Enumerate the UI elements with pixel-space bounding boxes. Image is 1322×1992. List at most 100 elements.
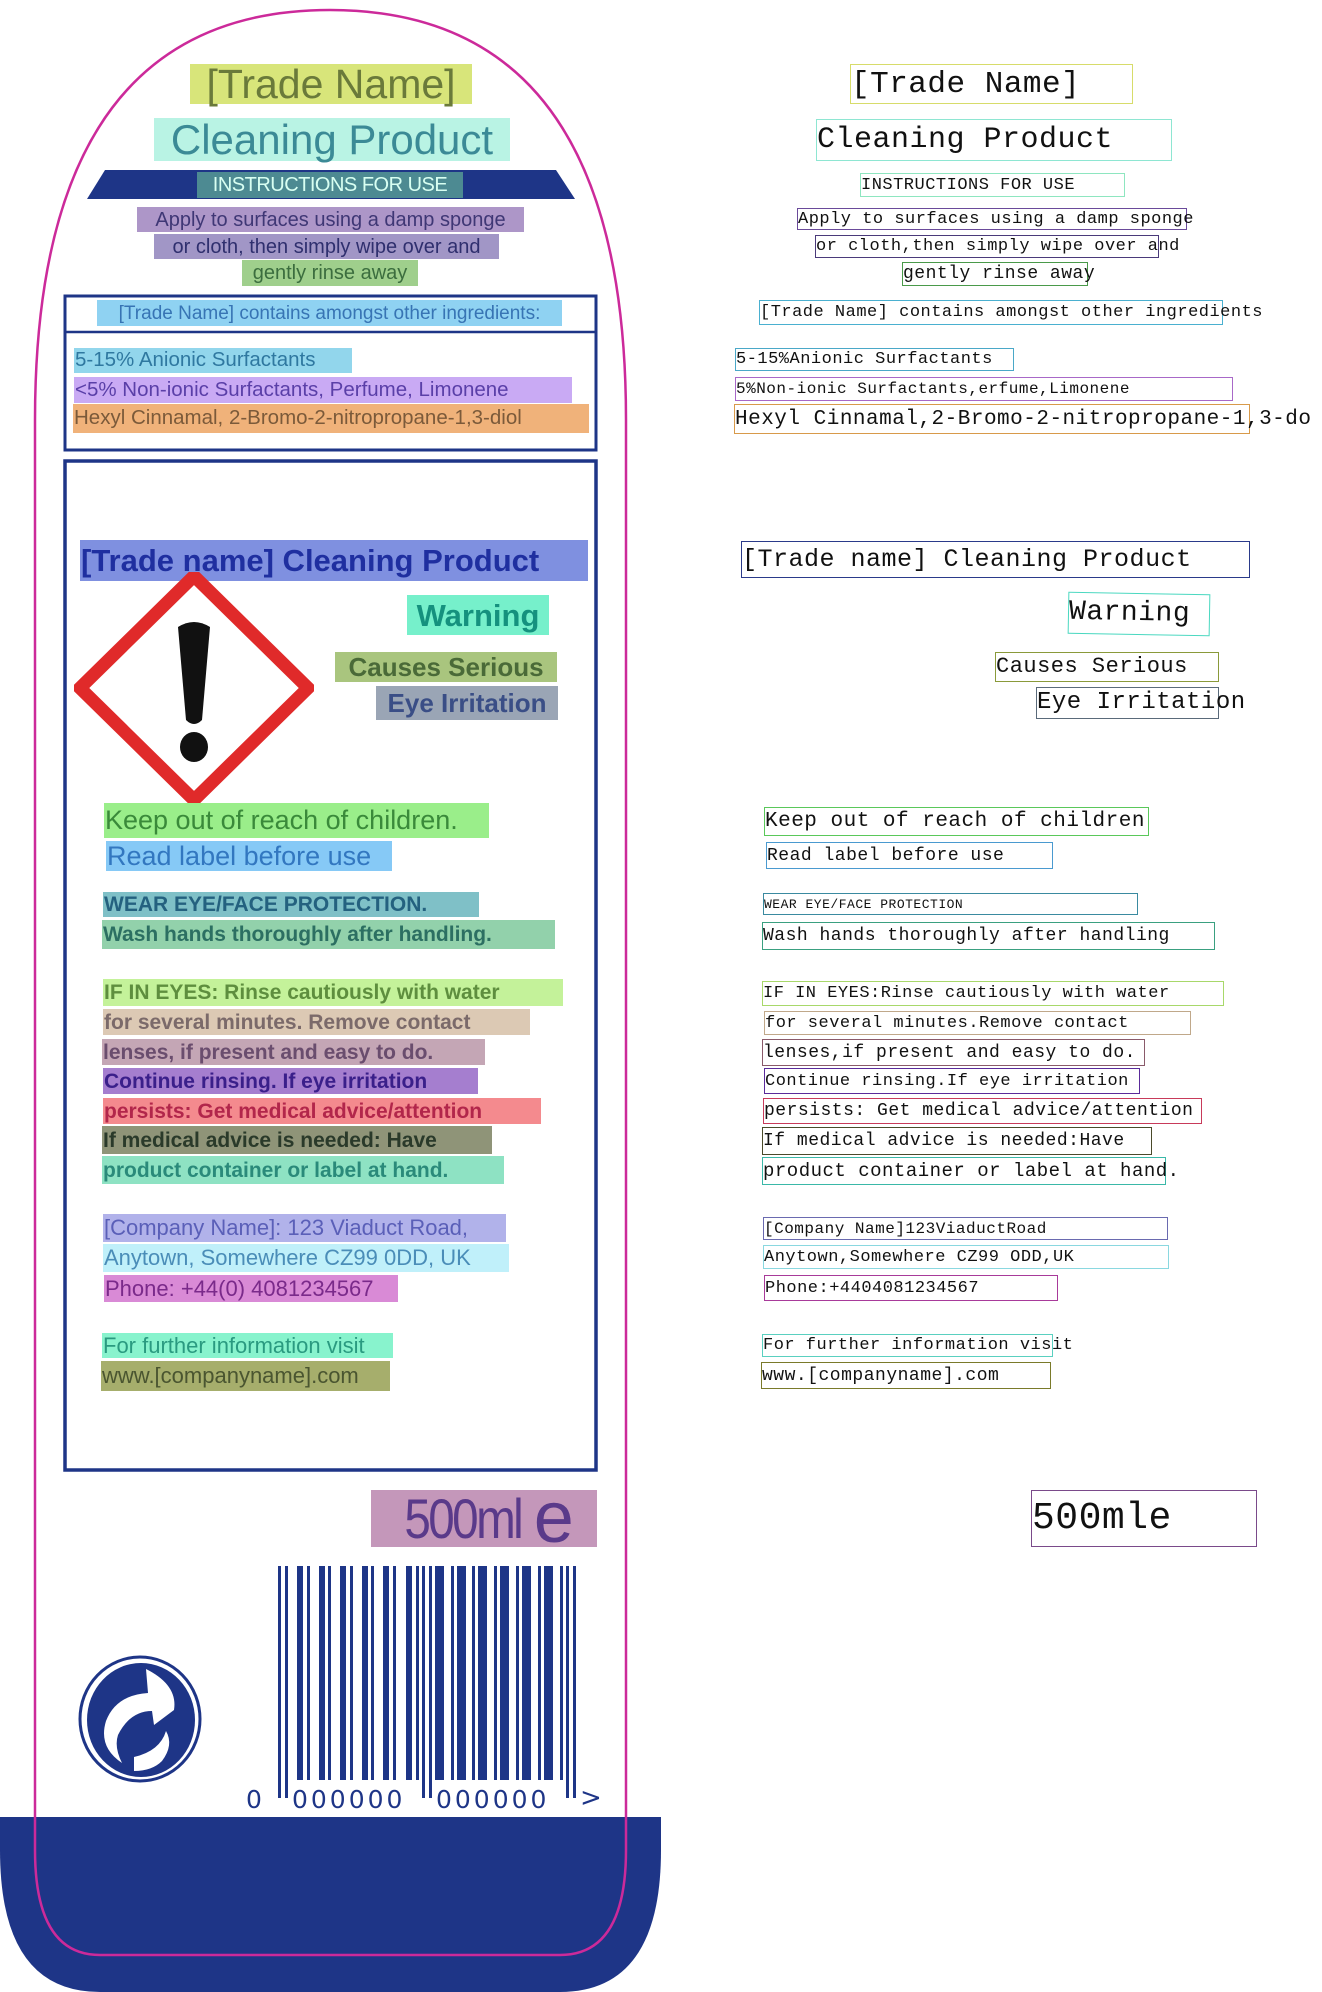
ocr-line: INSTRUCTIONS FOR USE (860, 173, 1125, 197)
first-aid-line-6: If medical advice is needed: Have (102, 1126, 492, 1154)
barcode-bar (406, 1566, 412, 1780)
ocr-line: Read label before use (766, 842, 1053, 869)
ocr-line: 5-15%Anionic Surfactants (735, 348, 1014, 371)
keep-out-of-reach: Keep out of reach of children. (104, 803, 489, 838)
barcode-bar (350, 1566, 353, 1780)
hazard-statement-line-1: Causes Serious (335, 652, 557, 682)
signal-word-warning: Warning (407, 595, 549, 635)
ingredient-line-1: 5-15% Anionic Surfactants (74, 348, 352, 373)
ocr-line: Continue rinsing.If eye irritation (764, 1068, 1140, 1094)
first-aid-line-3: lenses, if present and easy to do. (102, 1039, 485, 1065)
first-aid-line-5: persists: Get medical advice/attention (103, 1098, 541, 1124)
ingredient-line-3: Hexyl Cinnamal, 2-Bromo-2-nitropropane-1… (73, 404, 589, 433)
ocr-line: gently rinse away (902, 262, 1096, 286)
ocr-line: Wash hands thoroughly after handling (762, 922, 1215, 950)
wear-protection: WEAR EYE/FACE PROTECTION. (103, 892, 479, 917)
product-label: [Trade Name] Cleaning Product INSTRUCTIO… (0, 0, 661, 1992)
exclamation-hazard-icon (74, 572, 314, 804)
ocr-line: Warning (1067, 591, 1211, 637)
barcode-bar (435, 1566, 444, 1780)
ocr-line: For further information visit (762, 1334, 1074, 1357)
barcode-bar (319, 1566, 325, 1780)
barcode-bar (560, 1566, 563, 1780)
hazard-statement-line-2: Eye Irritation (376, 686, 558, 720)
barcode-bar (383, 1566, 389, 1780)
ocr-line: [Trade Name] (850, 64, 1133, 104)
first-aid-line-1: IF IN EYES: Rinse cautiously with water (103, 979, 563, 1006)
ocr-line: Keep out of reach of children (764, 807, 1149, 836)
instruction-line-1: Apply to surfaces using a damp sponge (137, 207, 524, 232)
barcode-digits-group-2: 000000 (436, 1785, 550, 1814)
barcode-bar (393, 1566, 396, 1780)
instruction-line-3: gently rinse away (242, 260, 418, 286)
product-name-title: Cleaning Product (154, 118, 510, 161)
ocr-line: for several minutes.Remove contact (764, 1011, 1191, 1035)
volume-badge: 500ml e (371, 1477, 597, 1558)
ocr-line: Anytown,Somewhere CZ99 ODD,UK (763, 1245, 1169, 1269)
barcode-bar (451, 1566, 454, 1780)
ocr-line: www.[companyname].com (761, 1362, 1051, 1389)
ocr-line: product container or label at hand. (762, 1157, 1179, 1185)
estimated-sign-icon: e (533, 1477, 574, 1558)
barcode (278, 1566, 576, 1798)
ocr-line: Eye Irritation (1036, 687, 1245, 719)
ocr-line: [Trade Name] contains amongst other ingr… (759, 300, 1262, 325)
barcode-bar (278, 1566, 281, 1798)
barcode-bar (573, 1566, 576, 1798)
barcode-bar (307, 1566, 310, 1780)
barcode-bar (544, 1566, 553, 1780)
ocr-line: Hexyl Cinnamal,2-Bromo-2-nitropropane-1,… (734, 404, 1311, 434)
barcode-bar (538, 1566, 541, 1780)
ocr-line: IF IN EYES:Rinse cautiously with water (762, 981, 1224, 1006)
further-info-text: For further information visit (102, 1333, 393, 1358)
barcode-bar (516, 1566, 519, 1780)
ocr-line: 5%Non-ionic Surfactants,erfume,Limonene (735, 377, 1233, 401)
barcode-bar (472, 1566, 475, 1780)
barcode-bar (362, 1566, 368, 1780)
ocr-line: Cleaning Product (816, 119, 1172, 161)
website-link[interactable]: www.[companyname].com (101, 1361, 390, 1391)
barcode-bar (500, 1566, 509, 1780)
ocr-line: Apply to surfaces using a damp sponge (797, 208, 1194, 230)
read-label: Read label before use (106, 841, 392, 871)
barcode-digits-group-1: 000000 (292, 1785, 406, 1814)
ingredient-line-2: <5% Non-ionic Surfactants, Perfume, Limo… (74, 377, 572, 403)
barcode-lead-digit: 0 (246, 1785, 262, 1814)
barcode-end-mark: > (580, 1783, 602, 1813)
instruction-line-2: or cloth, then simply wipe over and (154, 234, 499, 259)
company-phone: Phone: +44(0) 4081234567 (104, 1275, 398, 1302)
trade-name-title: [Trade Name] (190, 63, 472, 104)
ocr-line: 500mle (1031, 1490, 1257, 1547)
ocr-line: Causes Serious (995, 652, 1219, 682)
instructions-heading: INSTRUCTIONS FOR USE (197, 172, 463, 198)
barcode-bar (522, 1566, 531, 1780)
green-dot-recycle-icon (78, 1655, 202, 1783)
barcode-bar (371, 1566, 374, 1780)
ocr-line: If medical advice is needed:Have (762, 1127, 1152, 1155)
company-address-line-2: Anytown, Somewhere CZ99 0DD, UK (103, 1244, 509, 1272)
barcode-bar (422, 1566, 425, 1798)
barcode-bar (494, 1566, 497, 1780)
barcode-bar (340, 1566, 346, 1780)
ocr-line: WEAR EYE/FACE PROTECTION (763, 893, 1138, 915)
barcode-bar (429, 1566, 432, 1798)
ocr-transcription-panel: [Trade Name] Cleaning Product INSTRUCTIO… (661, 0, 1322, 1992)
ocr-line: persists: Get medical advice/attention (763, 1098, 1202, 1124)
barcode-bar (416, 1566, 419, 1780)
barcode-bar (328, 1566, 331, 1780)
first-aid-line-4: Continue rinsing. If eye irritation (103, 1068, 478, 1094)
ocr-line: [Trade name] Cleaning Product (741, 541, 1250, 578)
ocr-line: lenses,if present and easy to do. (762, 1039, 1145, 1066)
barcode-bar (457, 1566, 466, 1780)
wash-hands: Wash hands thoroughly after handling. (102, 920, 555, 949)
volume-text: 500ml (404, 1486, 524, 1550)
first-aid-line-7: product container or label at hand. (102, 1156, 504, 1184)
barcode-bar (285, 1566, 288, 1798)
ocr-line: Phone:+4404081234567 (764, 1275, 1058, 1301)
first-aid-line-2: for several minutes. Remove contact (103, 1009, 530, 1035)
ocr-line: or cloth,then simply wipe over and (815, 235, 1180, 258)
barcode-bar (566, 1566, 569, 1798)
company-address-line-1: [Company Name]: 123 Viaduct Road, (103, 1214, 506, 1242)
ingredients-header: [Trade Name] contains amongst other ingr… (97, 300, 562, 326)
barcode-bar (478, 1566, 487, 1780)
